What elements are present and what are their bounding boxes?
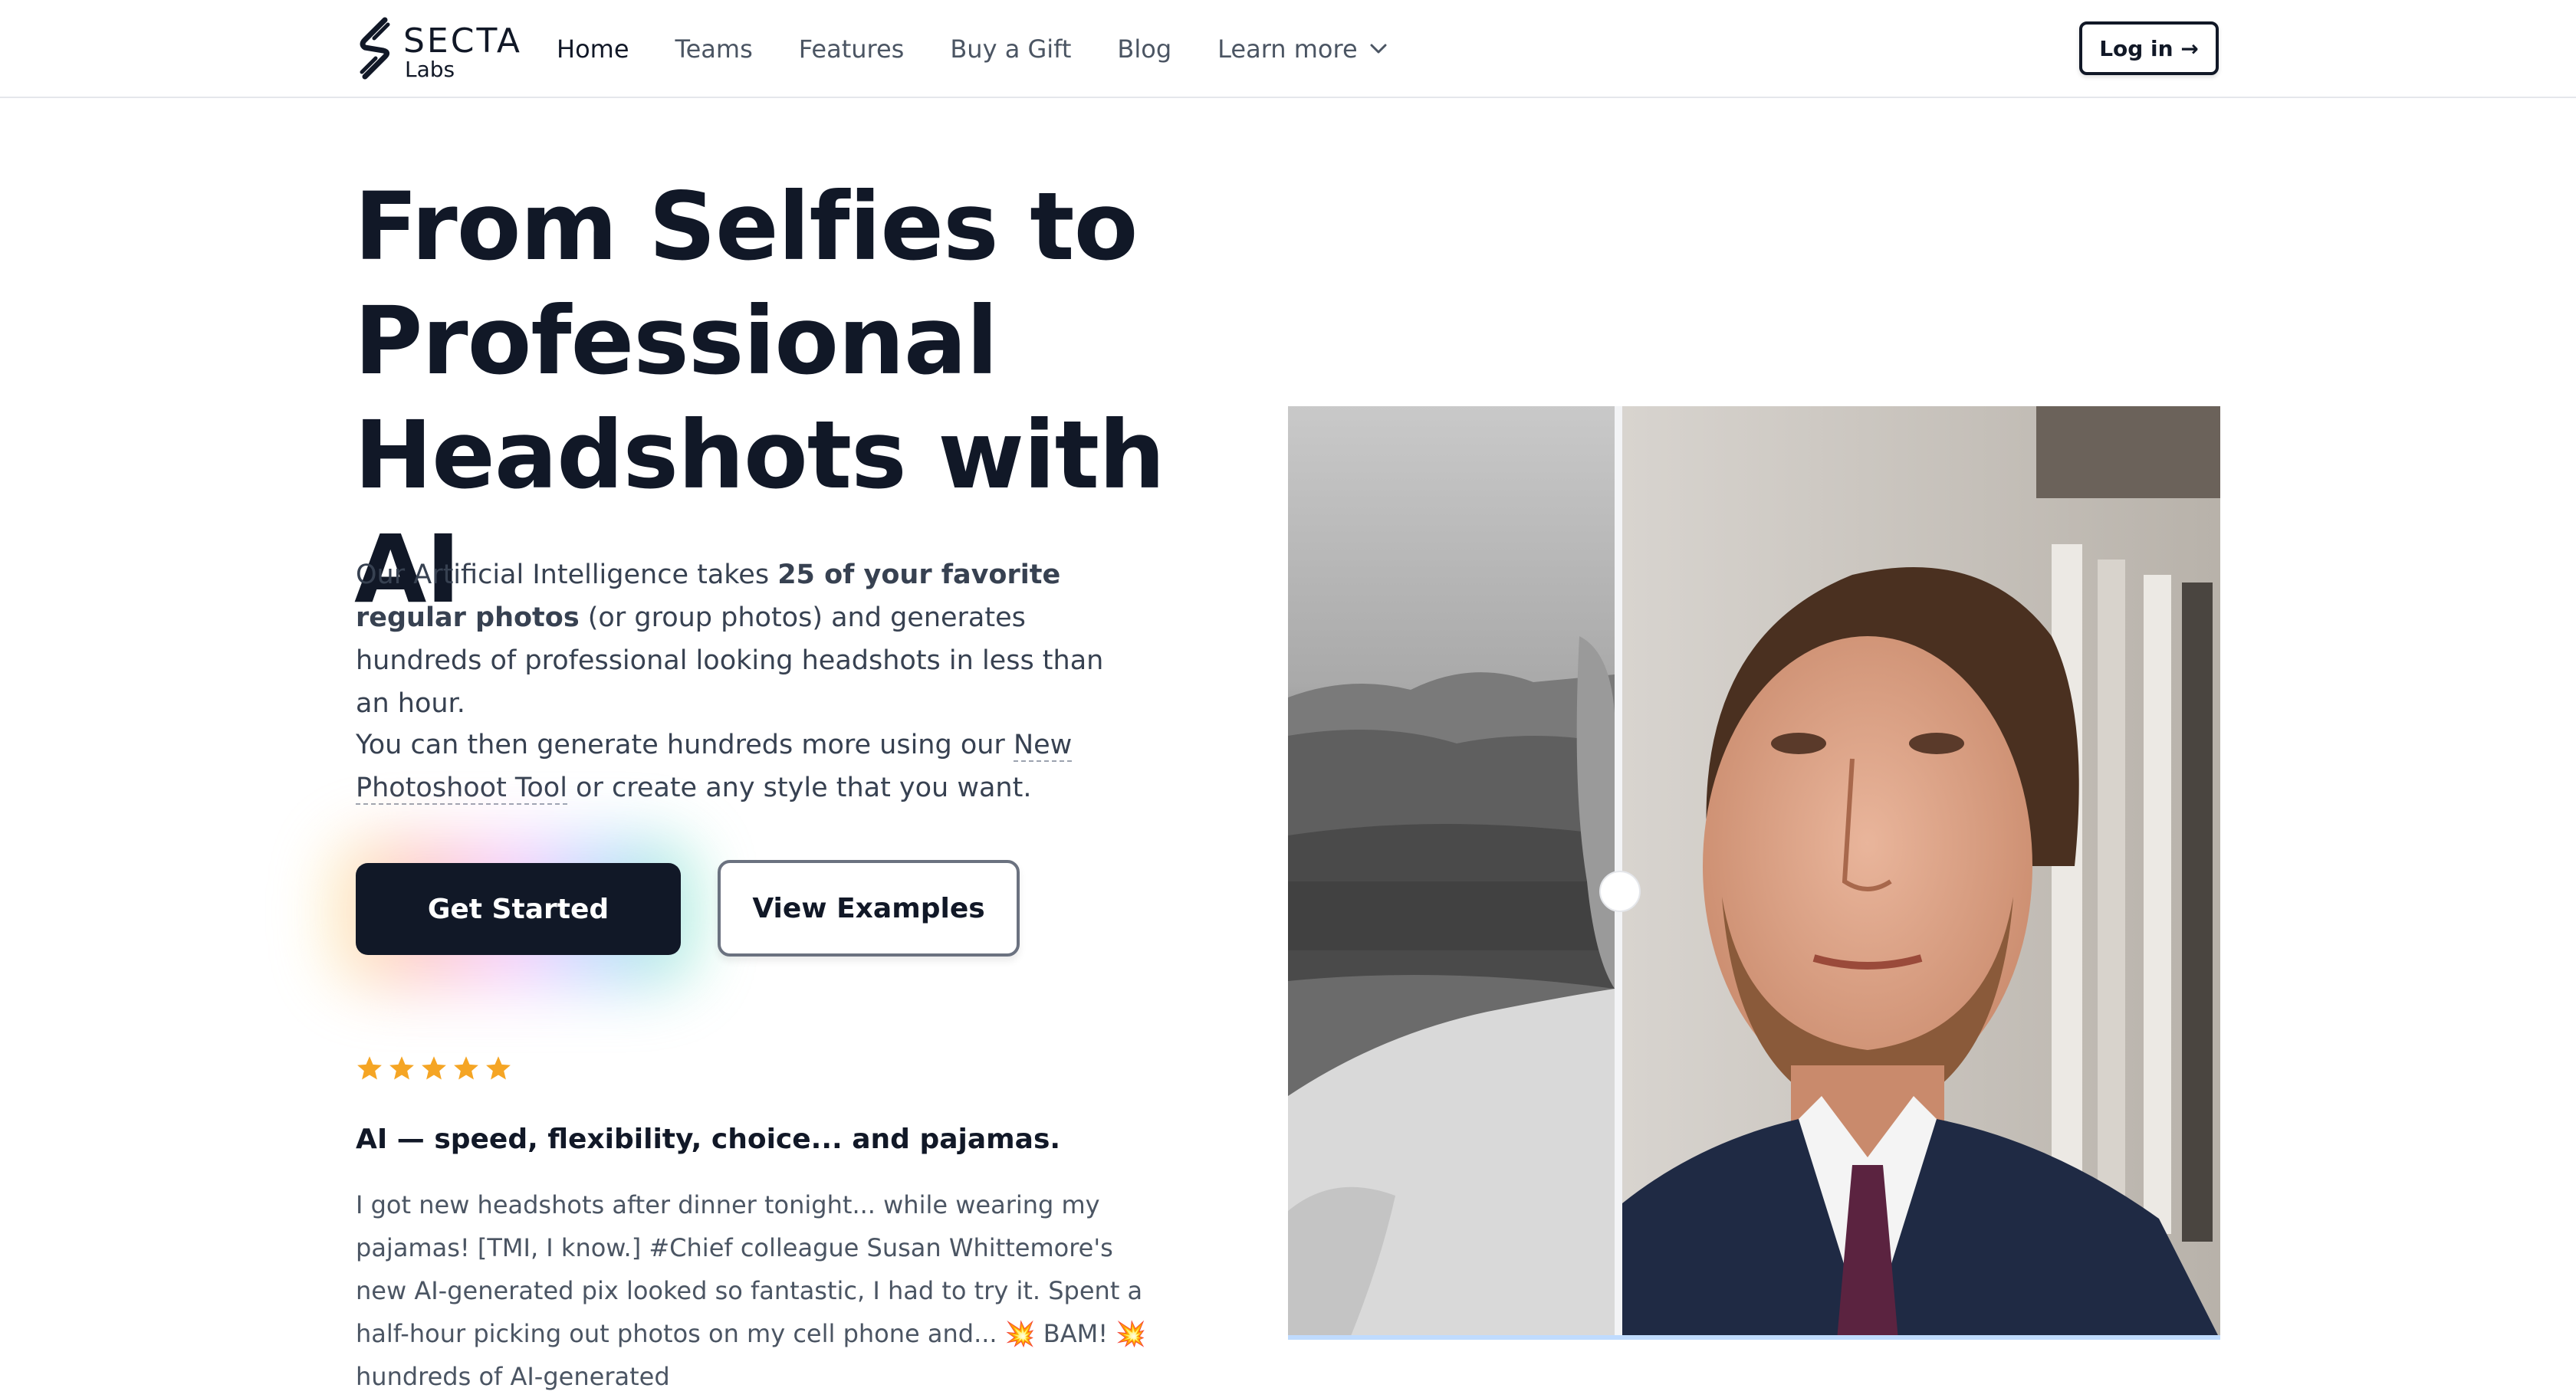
hero-photoshoot-text-1: You can then generate hundreds more usin… [356, 730, 1014, 760]
chevron-down-icon [1370, 44, 1387, 54]
review-body: I got new headshots after dinner tonight… [356, 1190, 1147, 1391]
review-rating [356, 1055, 517, 1082]
secta-s-icon [360, 17, 390, 80]
view-examples-button[interactable]: View Examples [718, 860, 1020, 957]
review-title: AI — speed, flexibility, choice... and p… [356, 1124, 1061, 1155]
secta-labs-logo[interactable]: SECTA Labs [354, 17, 523, 82]
comparison-slider-handle[interactable] [1599, 871, 1641, 912]
main-nav: Home Teams Features Buy a Gift Blog Lear… [557, 0, 1433, 98]
hero-photoshoot-text-2: or create any style that you want. [567, 773, 1032, 803]
before-selfie-image [1288, 406, 1615, 1335]
logo-name: SECTA [403, 21, 523, 61]
star-icon [389, 1056, 414, 1080]
login-button[interactable]: Log in → [2079, 21, 2219, 75]
after-headshot-image [1622, 406, 2220, 1335]
hero-description-text-1: Our Artificial Intelligence takes [356, 560, 778, 590]
hero-description: Our Artificial Intelligence takes 25 of … [356, 553, 1138, 725]
nav-teams[interactable]: Teams [675, 34, 753, 64]
star-icon [422, 1056, 446, 1080]
star-icon [454, 1056, 478, 1080]
nav-features[interactable]: Features [799, 34, 905, 64]
nav-blog[interactable]: Blog [1117, 34, 1171, 64]
before-after-comparison[interactable] [1288, 406, 2220, 1340]
nav-buy-a-gift[interactable]: Buy a Gift [950, 34, 1071, 64]
star-icon [486, 1056, 511, 1080]
site-header: SECTA Labs Home Teams Features Buy a Gif… [0, 0, 2576, 98]
hero-photoshoot-note: You can then generate hundreds more usin… [356, 724, 1138, 809]
nav-learn-more[interactable]: Learn more [1217, 34, 1387, 64]
nav-learn-more-label: Learn more [1217, 34, 1358, 64]
star-icon [357, 1056, 382, 1080]
get-started-button[interactable]: Get Started [356, 863, 681, 955]
nav-home[interactable]: Home [557, 34, 629, 64]
logo-subtitle: Labs [405, 57, 455, 82]
